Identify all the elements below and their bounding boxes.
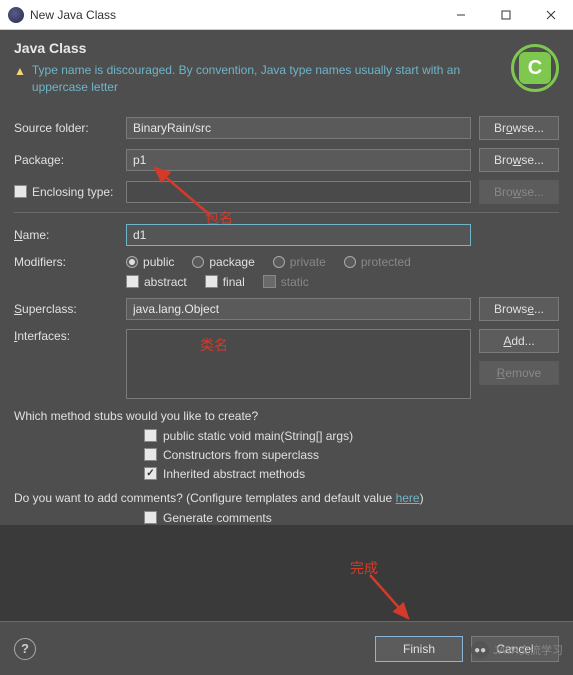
enclosing-type-input bbox=[126, 181, 471, 203]
modifier-protected-radio: protected bbox=[344, 255, 411, 269]
browse-package-button[interactable]: Browse... bbox=[479, 148, 559, 172]
titlebar: New Java Class bbox=[0, 0, 573, 30]
package-input[interactable] bbox=[126, 149, 471, 171]
package-label: Package: bbox=[14, 153, 126, 167]
stub-inherited-checkbox[interactable]: Inherited abstract methods bbox=[144, 467, 559, 481]
dialog-header: Java Class ▲ Type name is discouraged. B… bbox=[0, 30, 573, 106]
modifier-abstract-checkbox[interactable]: abstract bbox=[126, 275, 187, 289]
dialog-heading: Java Class bbox=[14, 40, 499, 56]
add-interface-button[interactable]: Add... bbox=[479, 329, 559, 353]
modifier-package-radio[interactable]: package bbox=[192, 255, 254, 269]
help-button[interactable]: ? bbox=[14, 638, 36, 660]
warning-icon: ▲ bbox=[14, 64, 26, 78]
modifier-public-radio[interactable]: public bbox=[126, 255, 174, 269]
configure-here-link[interactable]: here bbox=[396, 491, 420, 505]
window-title: New Java Class bbox=[30, 8, 438, 22]
watermark: ●● JAVA交流学习 bbox=[471, 641, 563, 659]
source-folder-label: Source folder: bbox=[14, 121, 126, 135]
superclass-input[interactable] bbox=[126, 298, 471, 320]
comments-question: Do you want to add comments? (Configure … bbox=[14, 491, 559, 505]
wechat-icon: ●● bbox=[471, 641, 489, 659]
modifiers-label: Modifiers: bbox=[14, 255, 126, 269]
interfaces-list[interactable] bbox=[126, 329, 471, 399]
annotation-finish: 完成 bbox=[350, 558, 378, 578]
eclipse-icon bbox=[8, 7, 24, 23]
finish-button[interactable]: Finish bbox=[375, 636, 463, 662]
modifier-private-radio: private bbox=[273, 255, 326, 269]
name-input[interactable] bbox=[126, 224, 471, 246]
modifier-final-checkbox[interactable]: final bbox=[205, 275, 245, 289]
stub-constructors-checkbox[interactable]: Constructors from superclass bbox=[144, 448, 559, 462]
modifier-static-checkbox: static bbox=[263, 275, 309, 289]
separator bbox=[14, 212, 559, 213]
interfaces-label: Interfaces: bbox=[14, 329, 126, 343]
generate-comments-checkbox[interactable]: Generate comments bbox=[144, 511, 559, 525]
browse-source-button[interactable]: Browse... bbox=[479, 116, 559, 140]
remove-interface-button: Remove bbox=[479, 361, 559, 385]
enclosing-type-checkbox[interactable]: Enclosing type: bbox=[14, 185, 126, 199]
browse-enclosing-button: Browse... bbox=[479, 180, 559, 204]
close-button[interactable] bbox=[528, 0, 573, 30]
minimize-button[interactable] bbox=[438, 0, 483, 30]
class-badge-icon: C bbox=[511, 44, 559, 92]
stub-main-checkbox[interactable]: public static void main(String[] args) bbox=[144, 429, 559, 443]
name-label: Name: bbox=[14, 228, 126, 242]
maximize-button[interactable] bbox=[483, 0, 528, 30]
dialog-body: Source folder: Browse... Package: Browse… bbox=[0, 106, 573, 525]
warning-text: Type name is discouraged. By convention,… bbox=[32, 62, 499, 96]
stubs-question: Which method stubs would you like to cre… bbox=[14, 409, 559, 423]
superclass-label: Superclass: bbox=[14, 302, 126, 316]
browse-superclass-button[interactable]: Browse... bbox=[479, 297, 559, 321]
source-folder-input[interactable] bbox=[126, 117, 471, 139]
